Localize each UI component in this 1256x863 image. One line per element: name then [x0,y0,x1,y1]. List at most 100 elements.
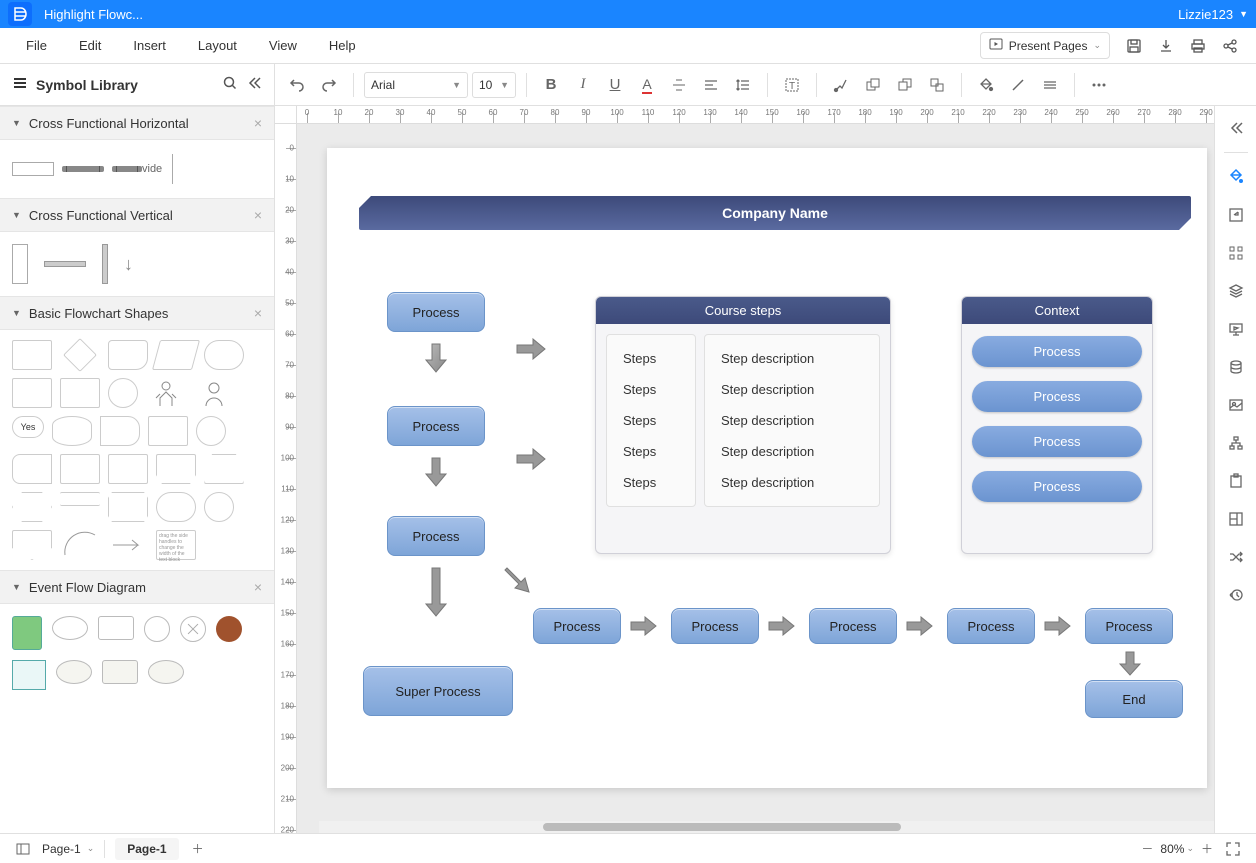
shape-thumb[interactable] [62,166,104,172]
process-node[interactable]: Process [671,608,759,644]
panel-expand-button[interactable] [1220,112,1252,144]
fullscreen-button[interactable] [1220,836,1246,862]
undo-button[interactable] [283,71,311,99]
shape-thumb[interactable] [216,616,242,642]
shuffle-button[interactable] [1220,541,1252,573]
font-select[interactable]: Arial▼ [364,72,468,98]
group-button[interactable] [923,71,951,99]
context-item[interactable]: Process [972,336,1142,367]
process-node[interactable]: Process [533,608,621,644]
shape-thumb[interactable] [204,492,234,522]
connector-button[interactable] [827,71,855,99]
horizontal-ruler[interactable]: 0102030405060708090100110120130140150160… [297,106,1214,124]
menu-layout[interactable]: Layout [182,38,253,53]
theme-button[interactable] [1220,161,1252,193]
process-node[interactable]: Process [809,608,897,644]
close-icon[interactable]: × [254,207,262,223]
data-button[interactable] [1220,351,1252,383]
redo-button[interactable] [315,71,343,99]
process-node[interactable]: Process [1085,608,1173,644]
layers-button[interactable] [1220,275,1252,307]
shape-thumb[interactable] [108,340,148,370]
shape-thumb[interactable] [12,340,52,370]
shape-thumb[interactable]: Yes [12,416,44,438]
share-button[interactable] [1216,32,1244,60]
shape-thumb[interactable] [108,492,148,522]
section-cross-functional-vertical[interactable]: ▼ Cross Functional Vertical × [0,198,274,232]
shape-thumb[interactable] [148,660,184,684]
page-tab[interactable]: Page-1 [115,838,178,860]
font-size-select[interactable]: 10▼ [472,72,516,98]
shape-thumb[interactable] [12,244,28,284]
underline-button[interactable]: U [601,71,629,99]
shape-thumb[interactable] [52,616,88,640]
download-button[interactable] [1152,32,1180,60]
section-basic-flowchart-shapes[interactable]: ▼ Basic Flowchart Shapes × [0,296,274,330]
shape-thumb[interactable] [102,660,138,684]
document-title[interactable]: Highlight Flowc... [44,7,143,22]
shape-thumb[interactable] [12,660,46,690]
shape-arrow-icon[interactable] [108,530,148,560]
shape-thumb[interactable]: ↓ [124,254,133,275]
shape-thumb[interactable] [52,416,92,446]
shape-thumb[interactable] [152,340,200,370]
line-color-button[interactable] [1004,71,1032,99]
print-button[interactable] [1184,32,1212,60]
library-collapse-button[interactable] [246,75,262,94]
shape-thumb[interactable] [196,416,226,446]
process-node[interactable]: Process [387,292,485,332]
clipboard-button[interactable] [1220,465,1252,497]
present-pages-button[interactable]: Present Pages ⌄ [980,32,1110,59]
zoom-in-button[interactable]: ＋ [1194,836,1220,862]
zoom-level[interactable]: 80% [1160,842,1184,856]
zoom-out-button[interactable]: － [1134,836,1160,862]
shape-thumb[interactable] [156,454,196,484]
image-button[interactable] [1220,389,1252,421]
shape-person-icon[interactable] [146,378,186,408]
menu-view[interactable]: View [253,38,313,53]
shape-thumb[interactable] [204,340,244,370]
shape-annotation[interactable]: drag the side handles to change the widt… [156,530,196,560]
vertical-align-button[interactable] [665,71,693,99]
page-list-button[interactable] [1220,503,1252,535]
shape-thumb[interactable] [98,616,134,640]
fill-button[interactable] [972,71,1000,99]
menu-edit[interactable]: Edit [63,38,117,53]
shape-thumb[interactable] [108,454,148,484]
close-icon[interactable]: × [254,305,262,321]
context-panel[interactable]: Context Process Process Process Process [961,296,1153,554]
shape-thumb[interactable] [204,454,244,484]
font-color-button[interactable]: A [633,71,661,99]
more-button[interactable] [1085,71,1113,99]
shape-user-icon[interactable] [194,378,234,408]
process-node[interactable]: Process [947,608,1035,644]
shape-thumb[interactable] [56,660,92,684]
shape-thumb[interactable] [172,154,173,184]
shape-thumb[interactable] [148,416,188,446]
shape-thumb[interactable] [60,378,100,408]
section-event-flow-diagram[interactable]: ▼ Event Flow Diagram × [0,570,274,604]
shape-thumb[interactable] [12,492,52,522]
line-style-button[interactable] [1036,71,1064,99]
user-name[interactable]: Lizzie123 [1178,7,1233,22]
page[interactable]: Company Name Process Process Process Sup… [327,148,1207,788]
grid-button[interactable] [1220,237,1252,269]
process-node[interactable]: Process [387,406,485,446]
shape-thumb[interactable] [102,244,108,284]
shape-thumb[interactable]: vide [112,163,162,175]
app-logo[interactable] [8,2,32,26]
page-layout-button[interactable] [10,836,36,862]
shape-thumb[interactable] [63,338,97,372]
shape-thumb[interactable] [180,616,206,642]
process-node[interactable]: Process [387,516,485,556]
menu-help[interactable]: Help [313,38,372,53]
shape-thumb[interactable] [12,378,52,408]
user-menu-caret[interactable]: ▼ [1239,9,1248,19]
add-page-button[interactable]: ＋ [185,836,211,862]
section-cross-functional-horizontal[interactable]: ▼ Cross Functional Horizontal × [0,106,274,140]
shape-thumb[interactable] [12,616,42,650]
company-banner[interactable]: Company Name [359,196,1191,230]
close-icon[interactable]: × [254,115,262,131]
shape-thumb[interactable] [108,378,138,408]
shape-thumb[interactable] [60,492,100,506]
